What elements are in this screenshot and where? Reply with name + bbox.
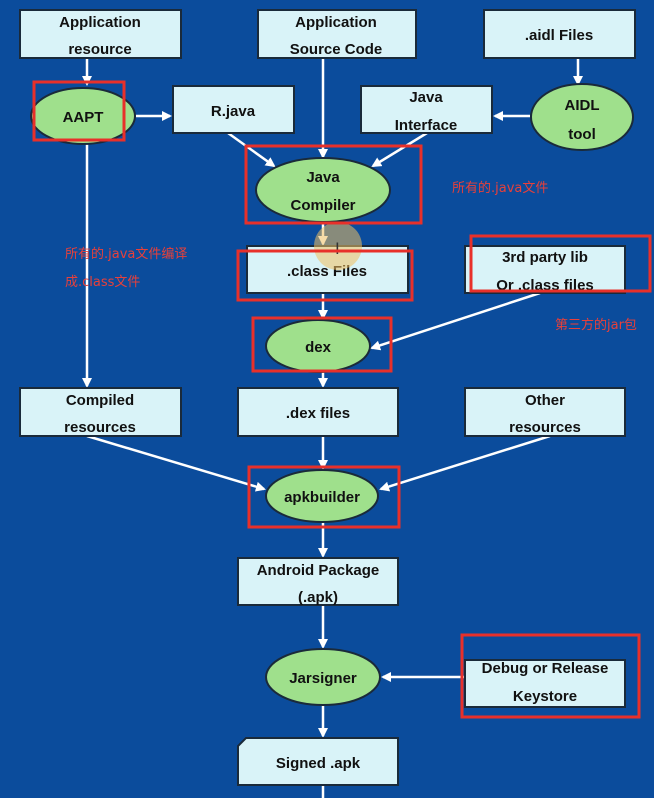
node-label: dex	[305, 339, 332, 356]
node-keystore: Debug or Release Keystore	[464, 659, 626, 708]
node-label: Keystore	[513, 688, 577, 705]
apk-build-diagram: Application resource Application Source …	[19, 9, 652, 798]
node-label: Signed .apk	[276, 755, 361, 772]
node-label: apkbuilder	[284, 489, 360, 506]
node-label: Interface	[395, 117, 458, 134]
node-label: R.java	[211, 103, 256, 120]
node-label: AIDL	[565, 97, 600, 114]
node-label: Java	[409, 89, 443, 106]
process-java-compiler: Java Compiler	[255, 157, 391, 223]
process-aapt: AAPT	[30, 87, 136, 145]
node-r-java: R.java	[172, 85, 295, 134]
node-label: (.apk)	[298, 589, 338, 606]
node-label: Application	[59, 14, 141, 31]
node-label: Other	[525, 392, 565, 409]
node-java-interface: Java Interface	[360, 85, 493, 134]
node-label: Compiled	[66, 392, 134, 409]
text-cursor-icon: I	[335, 239, 340, 258]
node-app-source: Application Source Code	[257, 9, 417, 59]
node-third-party: 3rd party lib Or .class files	[464, 245, 626, 294]
process-dex: dex	[265, 319, 371, 373]
node-label: Compiler	[290, 197, 355, 214]
node-label: resource	[68, 41, 131, 58]
process-apkbuilder: apkbuilder	[265, 469, 379, 523]
node-compiled-resources: Compiled resources	[19, 387, 182, 437]
node-label: resources	[509, 419, 581, 436]
node-aidl-files: .aidl Files	[483, 9, 636, 59]
node-label: .aidl Files	[525, 27, 593, 44]
node-label: resources	[64, 419, 136, 436]
node-label: Source Code	[290, 41, 383, 58]
node-label: Android Package	[257, 562, 380, 579]
node-signed-apk: Signed .apk	[237, 737, 399, 786]
process-aidl-tool: AIDL tool	[530, 83, 634, 151]
node-label: Application	[295, 14, 377, 31]
process-jarsigner: Jarsigner	[265, 648, 381, 706]
node-label: tool	[568, 126, 596, 143]
node-other-resources: Other resources	[464, 387, 626, 437]
node-android-package: Android Package (.apk)	[237, 557, 399, 606]
annotation-compile-2: 成.class文件	[65, 275, 140, 290]
node-label: Java	[306, 169, 340, 186]
annotation-third-party-jar: 第三方的jar包	[555, 317, 637, 333]
node-label: AAPT	[63, 109, 104, 126]
node-dex-files: .dex files	[237, 387, 399, 437]
annotation-compile: 所有的.java文件编译	[65, 246, 187, 262]
annotation-all-java: 所有的.java文件	[452, 180, 548, 196]
node-label: .dex files	[286, 405, 350, 422]
node-label: Jarsigner	[289, 670, 357, 687]
node-label: Debug or Release	[482, 660, 609, 677]
node-label: 3rd party lib	[502, 249, 588, 266]
node-app-resource: Application resource	[19, 9, 182, 59]
